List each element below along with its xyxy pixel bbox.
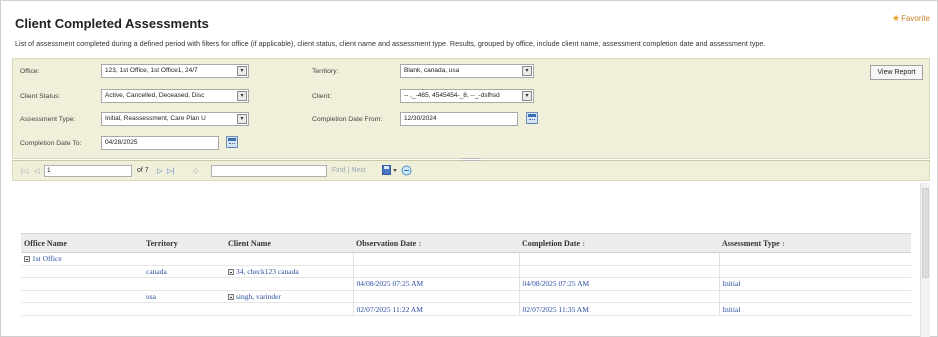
completion-to-input[interactable]: 04/28/2025: [101, 136, 219, 150]
assessment-type-value: Initial, Reassessment, Care Plan U: [105, 115, 206, 122]
assessment-type-label: Assessment Type:: [20, 116, 76, 123]
table-header-row: Office Name Territory Client Name Observ…: [21, 233, 911, 253]
print-icon[interactable]: [401, 165, 412, 178]
find-text-input[interactable]: [211, 165, 327, 177]
table-row: 02/07/2025 11:22 AM 02/07/2025 11:35 AM …: [21, 302, 911, 316]
table-row-group: 1st Office: [21, 252, 911, 266]
collapse-icon[interactable]: [228, 268, 234, 275]
observation-date-cell: 02/07/2025 11:22 AM: [352, 302, 519, 316]
report-toolbar: |◁ ◁ 1 of 7 ▷ ▷| ◇ Find | Next: [12, 158, 930, 181]
page-description: List of assessment completed during a de…: [15, 39, 766, 48]
assessment-type-cell: Initial: [718, 277, 911, 291]
client-value: -- ,_-465, 4545454-_8, --_-dsfhsd: [404, 92, 500, 99]
office-select[interactable]: 123, 1st Office, 1st Office1, 24/7 ▾: [101, 64, 249, 78]
office-value: 123, 1st Office, 1st Office1, 24/7: [105, 67, 198, 74]
sort-icon[interactable]: ↕: [782, 240, 786, 248]
assessment-type-cell: Initial: [718, 302, 911, 316]
chevron-down-icon[interactable]: ▾: [237, 91, 247, 101]
chevron-down-icon[interactable]: ▾: [522, 91, 532, 101]
previous-page-icon[interactable]: ◁: [34, 167, 39, 175]
chevron-down-icon[interactable]: ▾: [237, 66, 247, 76]
office-group-cell[interactable]: 1st Office: [21, 252, 143, 266]
chevron-down-icon[interactable]: ▾: [237, 114, 247, 124]
refresh-icon[interactable]: ◇: [193, 167, 198, 175]
client-cell[interactable]: 34, check123 canada: [225, 265, 353, 279]
table-row: usa singh, varinder: [21, 290, 911, 304]
completion-from-label: Completion Date From:: [312, 116, 383, 123]
page-title: Client Completed Assessments: [15, 16, 209, 31]
territory-value: Blank, canada, usa: [404, 67, 460, 74]
report-table: Office Name Territory Client Name Observ…: [21, 233, 911, 316]
find-next-link[interactable]: Find | Next: [332, 167, 366, 174]
table-row: 04/08/2025 07:25 AM 04/08/2025 07:25 AM …: [21, 277, 911, 291]
collapse-icon[interactable]: [228, 294, 234, 301]
territory-label: Territory:: [312, 68, 339, 75]
client-cell[interactable]: singh, varinder: [225, 290, 353, 304]
parameters-panel: Office: 123, 1st Office, 1st Office1, 24…: [12, 58, 930, 159]
col-assessment-type[interactable]: Assessment Type ↕: [719, 233, 911, 253]
col-client-name: Client Name: [225, 233, 353, 253]
star-icon: ★: [892, 13, 901, 23]
table-row: canada 34, check123 canada: [21, 265, 911, 279]
territory-cell: canada: [143, 265, 225, 279]
favorite-label: Favorite: [901, 14, 930, 23]
client-status-select[interactable]: Active, Cancelled, Deceased, Disc ▾: [101, 89, 249, 103]
first-page-icon[interactable]: |◁: [21, 167, 28, 175]
col-office-name: Office Name: [21, 233, 143, 253]
office-label: Office:: [20, 68, 40, 75]
next-page-icon[interactable]: ▷: [157, 167, 162, 175]
chevron-down-icon[interactable]: ▾: [522, 66, 532, 76]
page-number-input[interactable]: 1: [44, 165, 132, 177]
client-label: Client:: [312, 93, 332, 100]
view-report-button[interactable]: View Report: [870, 65, 923, 80]
client-select[interactable]: -- ,_-465, 4545454-_8, --_-dsfhsd ▾: [400, 89, 534, 103]
completion-date-cell: 02/07/2025 11:35 AM: [518, 302, 719, 316]
completion-from-input[interactable]: 12/30/2024: [400, 112, 518, 126]
observation-date-cell: 04/08/2025 07:25 AM: [352, 277, 519, 291]
last-page-icon[interactable]: ▷|: [167, 167, 174, 175]
calendar-icon[interactable]: [526, 112, 538, 124]
territory-select[interactable]: Blank, canada, usa ▾: [400, 64, 534, 78]
assessment-type-select[interactable]: Initial, Reassessment, Care Plan U ▾: [101, 112, 249, 126]
client-status-label: Client Status:: [20, 93, 61, 100]
completion-to-label: Completion Date To:: [20, 140, 82, 147]
collapse-icon[interactable]: [24, 256, 30, 263]
favorite-link[interactable]: ★ Favorite: [892, 13, 930, 24]
col-observation-date[interactable]: Observation Date ↕: [353, 233, 519, 253]
report-scrollbar[interactable]: [920, 183, 930, 337]
sort-icon[interactable]: ↕: [418, 240, 422, 248]
scrollbar-thumb[interactable]: [922, 188, 929, 278]
territory-cell: usa: [143, 290, 225, 304]
splitter-handle[interactable]: [461, 158, 481, 161]
completion-to-value: 04/28/2025: [105, 139, 138, 146]
completion-date-cell: 04/08/2025 07:25 AM: [518, 277, 719, 291]
client-status-value: Active, Cancelled, Deceased, Disc: [105, 92, 205, 99]
col-territory: Territory: [143, 233, 225, 253]
calendar-icon[interactable]: [226, 136, 238, 148]
export-icon[interactable]: [382, 165, 398, 178]
col-completion-date[interactable]: Completion Date ↕: [519, 233, 719, 253]
completion-from-value: 12/30/2024: [404, 115, 437, 122]
sort-icon[interactable]: ↕: [582, 240, 586, 248]
page-count: of 7: [137, 167, 149, 174]
